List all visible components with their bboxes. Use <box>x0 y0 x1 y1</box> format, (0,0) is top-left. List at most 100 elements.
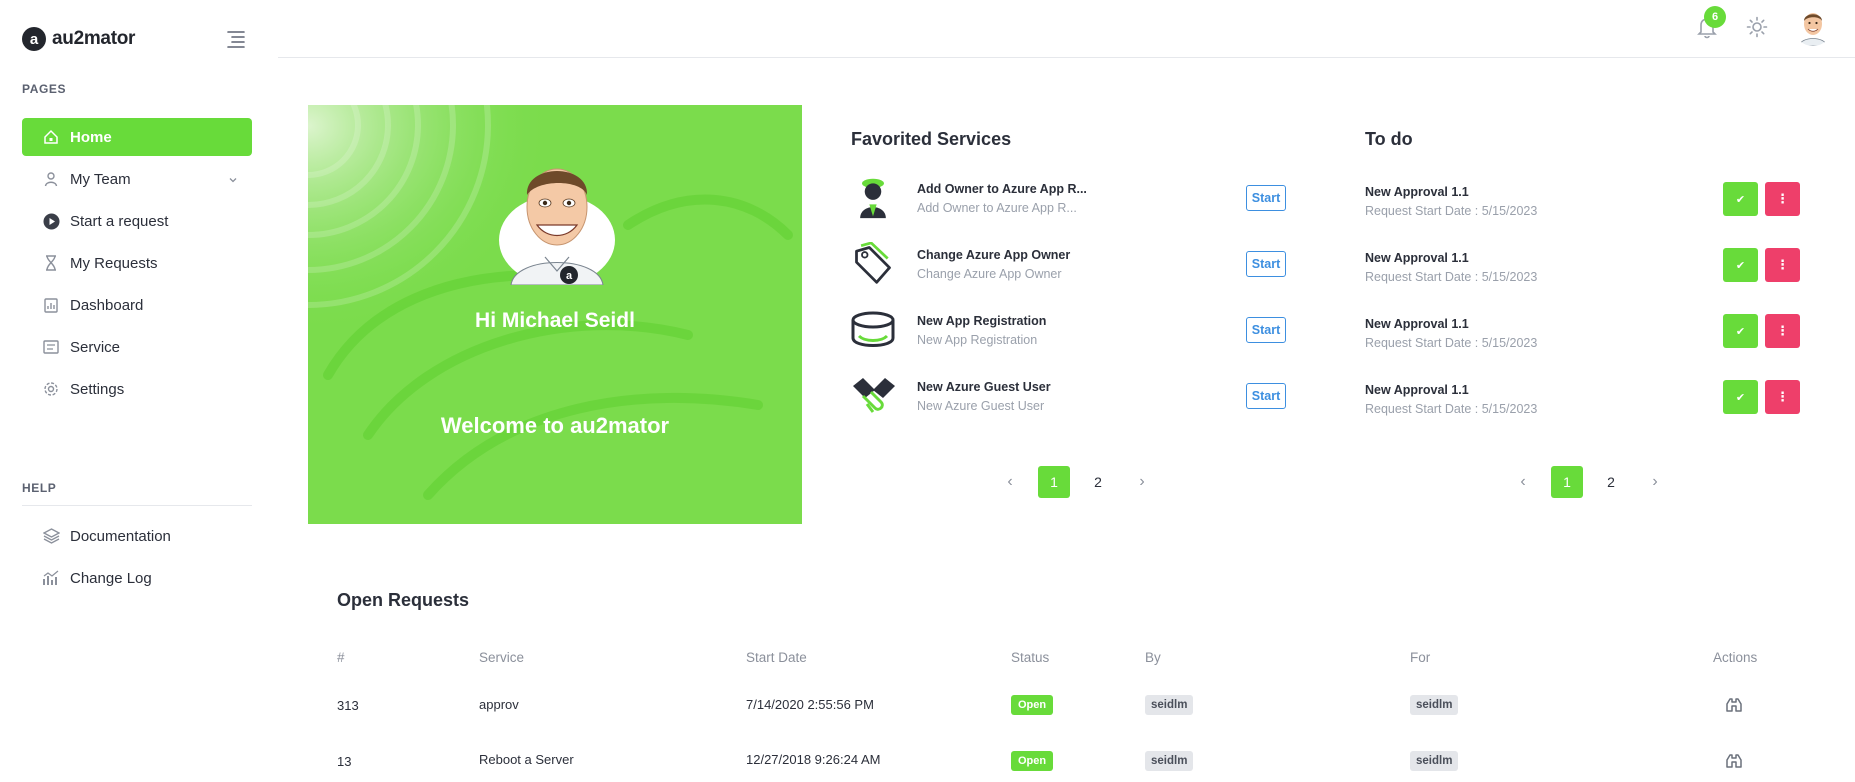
todo-start-date: Request Start Date : 5/15/2023 <box>1365 204 1538 218</box>
service-name[interactable]: Change Azure App Owner <box>917 248 1070 262</box>
database-icon <box>851 311 895 347</box>
todo-name[interactable]: New Approval 1.1 <box>1365 317 1469 331</box>
sidebar-item-label: Dashboard <box>70 296 144 314</box>
start-service-button[interactable]: Start <box>1246 251 1286 277</box>
page-button[interactable]: 2 <box>1595 466 1627 498</box>
more-vertical-icon: ⋮ <box>1776 257 1789 272</box>
request-start-date: 12/27/2018 9:26:24 AM <box>746 752 881 767</box>
play-icon <box>42 212 60 230</box>
sidebar-item-service[interactable]: Service <box>22 328 252 366</box>
service-name[interactable]: New App Registration <box>917 314 1046 328</box>
chart-icon <box>42 569 60 587</box>
hourglass-icon <box>42 254 60 272</box>
previous-page-icon[interactable]: ‹ <box>994 466 1026 498</box>
brand-name: au2mator <box>52 28 136 49</box>
sidebar: a au2mator PAGES Home My Team Start a re… <box>0 0 275 782</box>
theme-toggle-icon[interactable] <box>1746 16 1768 38</box>
request-service[interactable]: approv <box>479 697 519 712</box>
profile-caricature: a <box>499 168 615 285</box>
sidebar-item-label: Documentation <box>70 527 171 545</box>
help-section-label: HELP <box>22 481 57 495</box>
favorites-title: Favorited Services <box>851 129 1012 149</box>
approve-button[interactable]: ✔ <box>1723 248 1758 282</box>
more-options-button[interactable]: ⋮ <box>1765 182 1800 216</box>
list-icon <box>42 338 60 356</box>
clipboard-chart-icon <box>42 296 60 314</box>
column-header-actions: Actions <box>1713 650 1758 665</box>
page-button[interactable]: 1 <box>1551 466 1583 498</box>
start-service-button[interactable]: Start <box>1246 383 1286 409</box>
sidebar-item-change-log[interactable]: Change Log <box>22 559 252 597</box>
next-page-icon[interactable]: › <box>1639 466 1671 498</box>
requested-by-chip: seidlm <box>1145 695 1194 715</box>
sidebar-item-my-requests[interactable]: My Requests <box>22 244 252 282</box>
more-options-button[interactable]: ⋮ <box>1765 380 1800 414</box>
request-id: 313 <box>337 698 359 713</box>
todo-name[interactable]: New Approval 1.1 <box>1365 251 1469 265</box>
user-avatar[interactable] <box>1793 6 1833 46</box>
column-header-by: By <box>1145 650 1161 665</box>
sidebar-item-my-team[interactable]: My Team <box>22 160 252 198</box>
todo-name[interactable]: New Approval 1.1 <box>1365 383 1469 397</box>
requested-by-chip: seidlm <box>1145 751 1194 771</box>
sidebar-item-documentation[interactable]: Documentation <box>22 517 252 555</box>
menu-toggle-icon[interactable] <box>226 30 246 48</box>
request-id: 13 <box>337 754 352 769</box>
service-description: Add Owner to Azure App R... <box>917 201 1077 215</box>
approve-button[interactable]: ✔ <box>1723 314 1758 348</box>
sidebar-item-label: My Requests <box>70 254 158 272</box>
sidebar-item-label: Settings <box>70 380 125 398</box>
todo-item: New Approval 1.1 Request Start Date : 5/… <box>1365 179 1805 235</box>
approve-button[interactable]: ✔ <box>1723 182 1758 216</box>
hero-welcome: Welcome to au2mator <box>440 413 670 438</box>
column-header-start-date: Start Date <box>746 650 807 665</box>
todo-item: New Approval 1.1 Request Start Date : 5/… <box>1365 311 1805 367</box>
todo-start-date: Request Start Date : 5/15/2023 <box>1365 402 1538 416</box>
more-vertical-icon: ⋮ <box>1776 191 1789 206</box>
start-service-button[interactable]: Start <box>1246 185 1286 211</box>
next-page-icon[interactable]: › <box>1126 466 1158 498</box>
more-options-button[interactable]: ⋮ <box>1765 248 1800 282</box>
service-description: New App Registration <box>917 333 1038 347</box>
hero-greeting: Hi Michael Seidl <box>475 309 635 332</box>
view-details-icon[interactable] <box>1725 752 1743 770</box>
svg-text:a: a <box>566 270 573 282</box>
more-options-button[interactable]: ⋮ <box>1765 314 1800 348</box>
sidebar-item-dashboard[interactable]: Dashboard <box>22 286 252 324</box>
todo-item: New Approval 1.1 Request Start Date : 5/… <box>1365 245 1805 301</box>
brand-mark: a <box>22 27 46 51</box>
sidebar-item-start-request[interactable]: Start a request <box>22 202 252 240</box>
approve-button[interactable]: ✔ <box>1723 380 1758 414</box>
favorite-service-item: Add Owner to Azure App R... Add Owner to… <box>851 176 1291 232</box>
previous-page-icon[interactable]: ‹ <box>1507 466 1539 498</box>
requested-for-chip: seidlm <box>1410 751 1459 771</box>
favorite-service-item: Change Azure App Owner Change Azure App … <box>851 242 1291 298</box>
column-header-for: For <box>1410 650 1431 665</box>
service-name[interactable]: New Azure Guest User <box>917 380 1051 394</box>
request-service[interactable]: Reboot a Server <box>479 752 574 767</box>
column-header-id: # <box>337 650 345 665</box>
requested-for-chip: seidlm <box>1410 695 1459 715</box>
sidebar-item-settings[interactable]: Settings <box>22 370 252 408</box>
check-icon: ✔ <box>1735 193 1746 206</box>
todo-item: New Approval 1.1 Request Start Date : 5/… <box>1365 377 1805 433</box>
service-name[interactable]: Add Owner to Azure App R... <box>917 182 1087 196</box>
sidebar-item-label: Home <box>70 128 112 146</box>
page-button[interactable]: 2 <box>1082 466 1114 498</box>
todo-title: To do <box>1365 129 1413 149</box>
status-badge: Open <box>1011 751 1053 771</box>
sidebar-item-home[interactable]: Home <box>22 118 252 156</box>
todo-start-date: Request Start Date : 5/15/2023 <box>1365 336 1538 350</box>
more-vertical-icon: ⋮ <box>1776 323 1789 338</box>
help-divider <box>22 505 252 506</box>
sidebar-item-label: Change Log <box>70 569 152 587</box>
start-service-button[interactable]: Start <box>1246 317 1286 343</box>
view-details-icon[interactable] <box>1725 696 1743 714</box>
pages-section-label: PAGES <box>22 82 67 96</box>
page-button[interactable]: 1 <box>1038 466 1070 498</box>
service-description: Change Azure App Owner <box>917 267 1062 281</box>
brand-logo[interactable]: a au2mator <box>22 27 135 51</box>
todo-name[interactable]: New Approval 1.1 <box>1365 185 1469 199</box>
column-header-service: Service <box>479 650 525 665</box>
chevron-down-icon <box>228 172 238 189</box>
